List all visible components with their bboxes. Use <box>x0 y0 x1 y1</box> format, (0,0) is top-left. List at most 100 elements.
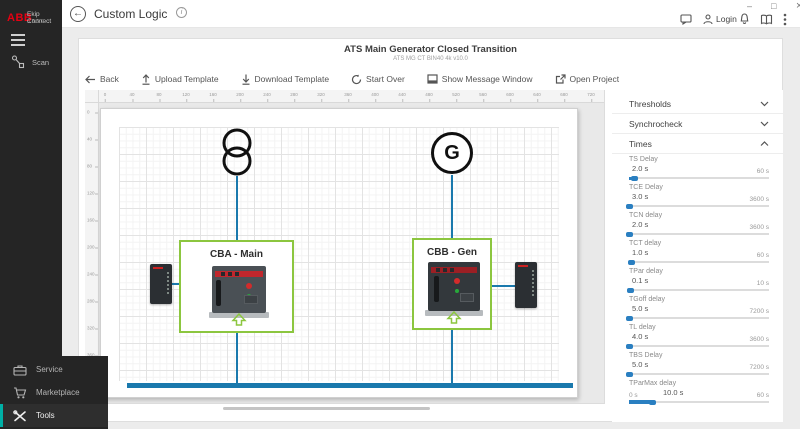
back-circle-icon[interactable]: ← <box>70 6 86 22</box>
section-thresholds[interactable]: Thresholds <box>612 94 783 114</box>
breaker-image-cbb <box>428 262 480 316</box>
node-cbb-gen[interactable]: CBB - Gen <box>412 238 492 330</box>
titlebar: ← Custom Logic i – □ × Login <box>62 0 800 28</box>
h-ruler-tick: 720 <box>587 92 595 97</box>
notifications-bell-icon[interactable] <box>739 11 750 27</box>
h-ruler-tick: 560 <box>479 92 487 97</box>
node-cba-main[interactable]: CBA - Main <box>179 240 294 333</box>
sidebar-item-tools[interactable]: Tools <box>0 404 108 427</box>
show-message-window-button[interactable]: Show Message Window <box>427 74 533 84</box>
up-arrow-icon <box>446 311 462 324</box>
slider-thumb[interactable] <box>626 204 633 209</box>
transformer-symbol[interactable] <box>219 128 255 178</box>
download-template-button[interactable]: Download Template <box>241 74 330 85</box>
sidebar-item-service-label: Service <box>36 365 63 374</box>
chat-icon[interactable] <box>680 11 692 27</box>
documentation-book-icon[interactable] <box>760 11 773 27</box>
close-button[interactable]: × <box>796 1 800 11</box>
h-ruler-tick: 200 <box>236 92 244 97</box>
slider-thumb[interactable] <box>649 400 656 405</box>
toolbar: Back Upload Template Download Template S… <box>85 69 619 89</box>
drawing-page <box>100 108 578 398</box>
node-cba-title: CBA - Main <box>181 249 292 260</box>
open-external-icon <box>555 74 566 84</box>
h-ruler: 0408012016020024028032036040044048052056… <box>99 90 605 103</box>
ekip-module-cbb[interactable] <box>515 262 537 308</box>
v-ruler-tick: 200 <box>87 245 95 250</box>
times-sliders: TS Delay 2.0 s 60 s TCE Delay 3.0 s 3600… <box>629 156 769 408</box>
login-label: Login <box>716 14 737 24</box>
wire-transformer-to-cba <box>236 176 238 240</box>
wire-cba-to-busbar <box>236 333 238 383</box>
slider-thumb[interactable] <box>626 372 633 377</box>
chevron-down-icon <box>760 101 769 107</box>
v-ruler-tick: 0 <box>87 110 90 115</box>
upload-template-button[interactable]: Upload Template <box>141 74 219 85</box>
message-window-icon <box>427 74 438 84</box>
maximize-button[interactable]: □ <box>771 1 776 11</box>
info-icon[interactable]: i <box>176 7 187 18</box>
product-version: 3.5.3.0 <box>27 19 44 25</box>
minimize-button[interactable]: – <box>747 1 752 11</box>
slider-thumb[interactable] <box>627 288 634 293</box>
h-ruler-tick: 520 <box>452 92 460 97</box>
generator-symbol[interactable]: G <box>431 132 473 174</box>
v-ruler-tick: 80 <box>87 164 92 169</box>
h-ruler-tick: 280 <box>290 92 298 97</box>
h-ruler-tick: 400 <box>371 92 379 97</box>
busbar <box>127 383 573 388</box>
sidebar-item-marketplace[interactable]: Marketplace <box>0 381 108 404</box>
wire-cbb-to-busbar <box>451 330 453 383</box>
wire-generator-to-cbb <box>451 175 453 238</box>
slider-thumb[interactable] <box>626 344 633 349</box>
project-title: ATS Main Generator Closed Transition <box>79 44 782 55</box>
section-times[interactable]: Times <box>612 134 783 154</box>
v-ruler-tick: 240 <box>87 272 95 277</box>
start-over-button[interactable]: Start Over <box>351 74 405 85</box>
sidebar-bottom-nav: Service Marketplace Tools <box>0 356 108 429</box>
h-ruler-tick: 640 <box>533 92 541 97</box>
slider-thumb[interactable] <box>631 176 638 181</box>
slider-tcn-delay: TCN delay 2.0 s 3600 s <box>629 212 769 240</box>
slider-tgoff-delay: TGoff delay 5.0 s 7200 s <box>629 296 769 324</box>
download-icon <box>241 74 251 85</box>
sidebar-item-service[interactable]: Service <box>0 358 108 381</box>
ekip-connect-window: ← Custom Logic i – □ × Login ABB Ekip Co… <box>0 0 800 429</box>
settings-panel: Thresholds Synchrocheck Times TS Delay 2… <box>612 90 783 422</box>
canvas-horizontal-scrollbar[interactable] <box>223 407 430 410</box>
upload-icon <box>141 74 151 85</box>
h-ruler-tick: 40 <box>129 92 134 97</box>
slider-thumb[interactable] <box>626 316 633 321</box>
sidebar-item-tools-label: Tools <box>36 411 55 420</box>
h-ruler-tick: 120 <box>182 92 190 97</box>
slider-tpar-delay: TPar delay 0.1 s 10 s <box>629 268 769 296</box>
slider-tparmax-delay: TParMax delay 10.0 s 0 s 60 s <box>629 380 769 408</box>
page-title: Custom Logic <box>94 7 167 21</box>
h-ruler-tick: 160 <box>209 92 217 97</box>
h-ruler-tick: 80 <box>156 92 161 97</box>
scan-icon <box>11 55 26 69</box>
ekip-module-cba[interactable] <box>150 264 172 304</box>
slider-ts-delay: TS Delay 2.0 s 60 s <box>629 156 769 184</box>
slider-thumb[interactable] <box>626 232 633 237</box>
h-ruler-tick: 240 <box>263 92 271 97</box>
kebab-menu-icon[interactable] <box>783 11 787 27</box>
v-ruler-tick: 40 <box>87 137 92 142</box>
service-toolbox-icon <box>13 364 27 376</box>
diagram-canvas[interactable]: 0408012016020024028032036040044048052056… <box>85 90 605 404</box>
open-project-button[interactable]: Open Project <box>555 74 620 84</box>
hamburger-menu-icon[interactable] <box>11 34 25 49</box>
slider-thumb[interactable] <box>628 260 635 265</box>
back-button[interactable]: Back <box>85 74 119 84</box>
slider-tce-delay: TCE Delay 3.0 s 3600 s <box>629 184 769 212</box>
h-ruler-tick: 480 <box>425 92 433 97</box>
login-button[interactable]: Login <box>703 11 737 27</box>
slider-tct-delay: TCT delay 1.0 s 60 s <box>629 240 769 268</box>
section-synchrocheck[interactable]: Synchrocheck <box>612 114 783 134</box>
v-ruler-tick: 280 <box>87 299 95 304</box>
ruler-corner <box>85 90 99 103</box>
wire-cbb-to-module <box>492 285 515 287</box>
slider-tl-delay: TL delay 4.0 s 3600 s <box>629 324 769 352</box>
sidebar-item-scan[interactable]: Scan <box>0 52 62 72</box>
chevron-down-icon <box>760 121 769 127</box>
